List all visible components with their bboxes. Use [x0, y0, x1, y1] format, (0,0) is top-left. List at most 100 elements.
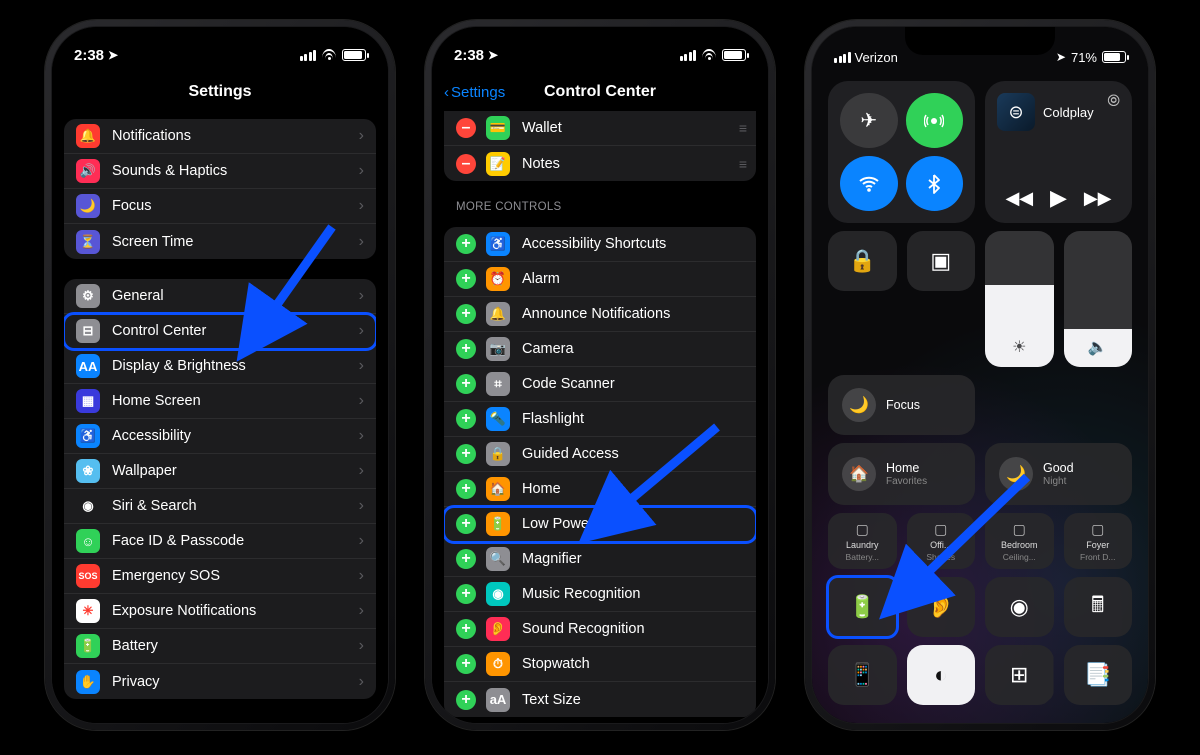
settings-row[interactable]: 🔋Battery› [64, 629, 376, 664]
row-label: Notifications [112, 128, 359, 144]
settings-row[interactable]: AADisplay & Brightness› [64, 349, 376, 384]
add-button[interactable]: + [456, 514, 476, 534]
row-label: Control Center [112, 323, 359, 339]
media-tile[interactable]: ⊜ Coldplay ⦾ ◀◀ ▶ ▶▶ [985, 81, 1132, 223]
settings-row[interactable]: +◉Music Recognition [444, 577, 756, 612]
settings-row[interactable]: ⚙General› [64, 279, 376, 314]
good-night-tile[interactable]: 🌙 GoodNight [985, 443, 1132, 505]
volume-slider[interactable]: 🔈 [1064, 231, 1133, 367]
settings-row[interactable]: ❀Wallpaper› [64, 454, 376, 489]
chevron-right-icon: › [359, 637, 364, 655]
add-button[interactable]: + [456, 690, 476, 710]
drag-handle-icon[interactable]: ≡ [739, 120, 744, 136]
settings-row[interactable]: +⏰Alarm [444, 262, 756, 297]
settings-row[interactable]: +🔋Low Power Mode [444, 507, 756, 542]
row-label: Screen Time [112, 234, 359, 250]
connectivity-tile[interactable]: ✈ [828, 81, 975, 223]
chevron-right-icon: › [359, 162, 364, 180]
app-icon: 👂 [486, 617, 510, 641]
settings-row[interactable]: +📷Camera [444, 332, 756, 367]
add-button[interactable]: + [456, 234, 476, 254]
row-label: Home [522, 481, 744, 497]
home-shortcut-tile[interactable]: ▢Offi...Shapes [907, 513, 976, 569]
settings-row[interactable]: +⏱Stopwatch [444, 647, 756, 682]
settings-row[interactable]: –📝Notes≡ [444, 146, 756, 181]
section-label: MORE CONTROLS [432, 201, 768, 219]
add-button[interactable]: + [456, 304, 476, 324]
settings-row[interactable]: +🔦Flashlight [444, 402, 756, 437]
settings-row[interactable]: ⏳Screen Time› [64, 224, 376, 259]
cc-tile[interactable]: ⊞ [985, 645, 1054, 705]
focus-tile[interactable]: 🌙 Focus [828, 375, 975, 435]
settings-row[interactable]: ♿Accessibility› [64, 419, 376, 454]
cc-tile[interactable]: 📑 [1064, 645, 1133, 705]
airplane-toggle[interactable]: ✈ [840, 93, 898, 148]
low-power-mode-tile[interactable]: 🔋 [828, 577, 897, 637]
cc-tile[interactable]: 👂 [907, 577, 976, 637]
row-label: General [112, 288, 359, 304]
settings-row[interactable]: ✋Privacy› [64, 664, 376, 699]
cc-tile[interactable]: ◉ [985, 577, 1054, 637]
bluetooth-toggle[interactable] [906, 156, 964, 211]
status-time: 2:38 [454, 47, 484, 64]
settings-row[interactable]: ✳Exposure Notifications› [64, 594, 376, 629]
location-icon: ➤ [108, 48, 118, 62]
tile-icon: 🔋 [849, 594, 876, 620]
home-shortcut-tile[interactable]: ▢BedroomCeiling... [985, 513, 1054, 569]
settings-row[interactable]: +⌗Code Scanner [444, 367, 756, 402]
screen-mirror-tile[interactable]: ▣ [907, 231, 976, 291]
app-icon: aA [486, 688, 510, 712]
tile-icon: 👂 [927, 594, 954, 620]
next-button[interactable]: ▶▶ [1084, 188, 1112, 209]
add-button[interactable]: + [456, 584, 476, 604]
prev-button[interactable]: ◀◀ [1005, 188, 1033, 209]
orientation-lock-tile[interactable]: 🔒 [828, 231, 897, 291]
tile-icon: ◉ [1010, 594, 1029, 620]
cc-tile[interactable]: 🖩 [1064, 577, 1133, 637]
settings-row[interactable]: 🔊Sounds & Haptics› [64, 154, 376, 189]
add-button[interactable]: + [456, 374, 476, 394]
cc-tile[interactable]: 📱 [828, 645, 897, 705]
add-button[interactable]: + [456, 409, 476, 429]
settings-row[interactable]: +🔒Guided Access [444, 437, 756, 472]
cellular-toggle[interactable] [906, 93, 964, 148]
play-button[interactable]: ▶ [1050, 185, 1067, 211]
add-button[interactable]: + [456, 619, 476, 639]
brightness-slider[interactable]: ☀ [985, 231, 1054, 367]
airplay-icon[interactable]: ⦾ [1107, 93, 1120, 111]
settings-row[interactable]: ⊟Control Center› [64, 314, 376, 349]
settings-row[interactable]: ◉Siri & Search› [64, 489, 376, 524]
home-shortcut-tile[interactable]: ▢FoyerFront D... [1064, 513, 1133, 569]
add-button[interactable]: + [456, 549, 476, 569]
add-button[interactable]: + [456, 654, 476, 674]
remove-button[interactable]: – [456, 118, 476, 138]
add-button[interactable]: + [456, 444, 476, 464]
settings-row[interactable]: 🔔Notifications› [64, 119, 376, 154]
home-shortcut-tile[interactable]: ▢LaundryBattery... [828, 513, 897, 569]
row-label: Low Power Mode [522, 516, 744, 532]
add-button[interactable]: + [456, 269, 476, 289]
settings-row[interactable]: ▦Home Screen› [64, 384, 376, 419]
app-icon: ☺ [76, 529, 100, 553]
app-icon: ⏳ [76, 230, 100, 254]
settings-row[interactable]: +🏠Home [444, 472, 756, 507]
settings-row[interactable]: +aAText Size [444, 682, 756, 717]
settings-row[interactable]: SOSEmergency SOS› [64, 559, 376, 594]
settings-row[interactable]: +👂Sound Recognition [444, 612, 756, 647]
cc-tile[interactable]: ◐ [907, 645, 976, 705]
chevron-right-icon: › [359, 602, 364, 620]
remove-button[interactable]: – [456, 154, 476, 174]
settings-row[interactable]: –💳Wallet≡ [444, 111, 756, 146]
settings-row[interactable]: 🌙Focus› [64, 189, 376, 224]
add-button[interactable]: + [456, 339, 476, 359]
settings-row[interactable]: ☺Face ID & Passcode› [64, 524, 376, 559]
settings-row[interactable]: +🔔Announce Notifications [444, 297, 756, 332]
settings-row[interactable]: +🔍Magnifier [444, 542, 756, 577]
wifi-toggle[interactable] [840, 156, 898, 211]
home-favorites-tile[interactable]: 🏠 HomeFavorites [828, 443, 975, 505]
settings-row[interactable]: +♿Accessibility Shortcuts [444, 227, 756, 262]
location-icon: ➤ [488, 48, 498, 62]
drag-handle-icon[interactable]: ≡ [739, 156, 744, 172]
back-button[interactable]: ‹Settings [444, 84, 505, 101]
add-button[interactable]: + [456, 479, 476, 499]
